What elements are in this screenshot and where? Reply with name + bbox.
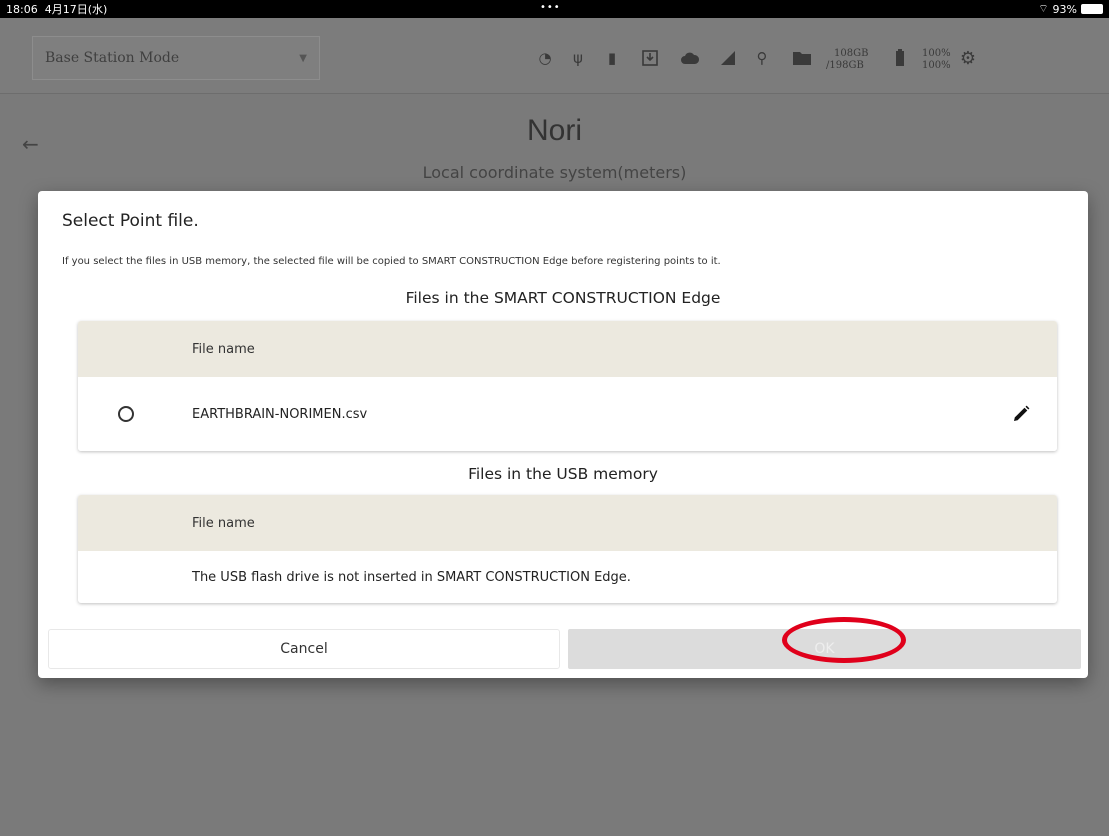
battery-icon	[1081, 4, 1103, 14]
storage-total: /198GB	[826, 60, 864, 71]
edge-files-heading: Files in the SMART CONSTRUCTION Edge	[405, 289, 721, 307]
download-box-icon	[640, 48, 660, 68]
page-subtitle: Local coordinate system(meters)	[422, 163, 687, 182]
signal-icon	[718, 48, 738, 68]
table-header: File name	[78, 321, 1057, 377]
dialog-title: Select Point file.	[62, 211, 199, 231]
cloud-icon	[680, 48, 700, 68]
gear-icon[interactable]: ⚙	[958, 48, 978, 69]
file-name: EARTHBRAIN-NORIMEN.csv	[192, 406, 368, 422]
chevron-down-icon: ▼	[299, 52, 307, 64]
usb-empty-message: The USB flash drive is not inserted in S…	[192, 569, 631, 585]
column-header-file-name: File name	[192, 341, 255, 357]
folder-icon	[792, 48, 812, 68]
page-title: Nori	[526, 114, 582, 147]
multitask-dots[interactable]: •••	[540, 2, 561, 13]
usb-files-table: File name The USB flash drive is not ins…	[78, 495, 1057, 603]
table-header: File name	[78, 495, 1057, 551]
battery-level-1: 100%	[922, 48, 951, 59]
sd-card-icon: ▮	[607, 49, 617, 67]
battery-icon	[890, 48, 910, 68]
app-toolbar: Base Station Mode ▼ ◔ ψ ▮ ⚲ 108GB /198GB…	[0, 18, 1109, 94]
table-row[interactable]: EARTHBRAIN-NORIMEN.csv	[78, 377, 1057, 451]
pencil-edit-icon[interactable]	[1011, 404, 1031, 424]
select-point-file-dialog: Select Point file. If you select the fil…	[38, 191, 1088, 678]
usb-files-heading: Files in the USB memory	[468, 465, 658, 483]
mode-select[interactable]: Base Station Mode ▼	[32, 36, 320, 80]
cancel-button[interactable]: Cancel	[48, 629, 560, 669]
dialog-info-text: If you select the files in USB memory, t…	[62, 256, 721, 267]
battery-percent: 93%	[1052, 2, 1077, 16]
wifi-icon: ⌔	[1038, 2, 1049, 15]
clock-icon: ◔	[538, 49, 552, 67]
mode-select-value: Base Station Mode	[45, 50, 180, 66]
file-radio-button[interactable]	[118, 406, 134, 422]
satellite-icon: ⚲	[756, 49, 768, 67]
status-time: 18:06 4月17日(水)	[6, 3, 108, 16]
highlight-circle-annotation	[782, 617, 906, 663]
usb-empty-message-row: The USB flash drive is not inserted in S…	[78, 551, 1057, 603]
edge-files-table: File name EARTHBRAIN-NORIMEN.csv	[78, 321, 1057, 451]
column-header-file-name: File name	[192, 515, 255, 531]
storage-used: 108GB	[834, 48, 869, 59]
status-right: ⌔ 93%	[1038, 2, 1103, 16]
battery-level-2: 100%	[922, 60, 951, 71]
storage-readout: 108GB /198GB	[826, 48, 868, 72]
status-bar: 18:06 4月17日(水) ••• ⌔ 93%	[0, 0, 1109, 18]
usb-icon: ψ	[573, 49, 583, 67]
battery-readout: 100% 100%	[922, 48, 951, 72]
